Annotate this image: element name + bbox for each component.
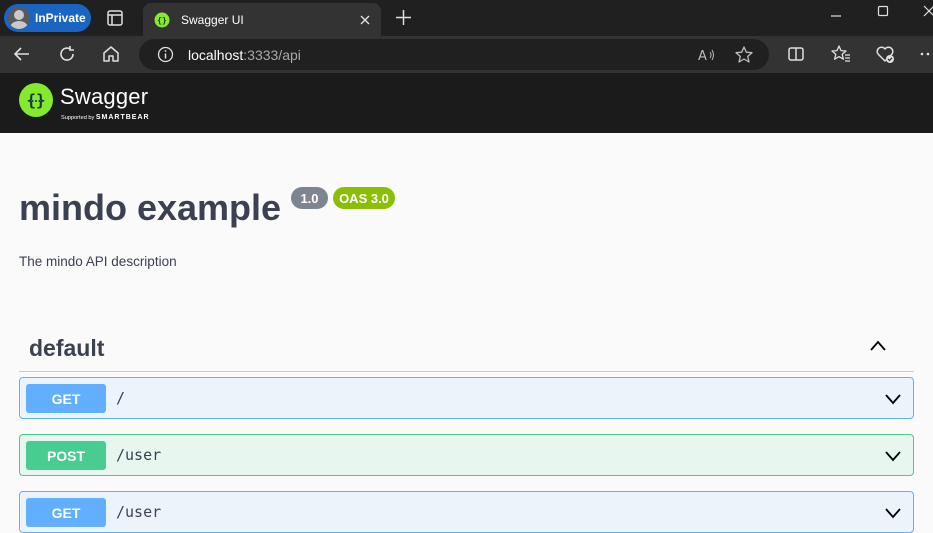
operation-post-user[interactable]: POST /user [19, 434, 914, 476]
method-badge-get: GET [26, 384, 106, 413]
operation-path: /user [116, 503, 161, 521]
url-path: :3333/api [243, 47, 301, 63]
address-bar[interactable]: localhost:3333/api A [139, 39, 769, 70]
tab-title: Swagger UI [181, 13, 359, 27]
api-description: The mindo API description [19, 254, 177, 269]
close-tab-icon[interactable] [359, 14, 371, 26]
operation-path: /user [116, 446, 161, 464]
url-host: localhost [188, 47, 243, 63]
tag-section-default[interactable]: default [19, 324, 914, 372]
swagger-logo-icon[interactable]: {} [19, 83, 53, 117]
oas-version-badge: OAS 3.0 [333, 187, 395, 209]
swagger-brand-name: Swagger [60, 84, 148, 110]
swagger-topbar: {} Swagger Supported by SMARTBEAR [0, 73, 933, 133]
home-icon[interactable] [101, 44, 121, 64]
add-favorite-star-icon[interactable] [734, 45, 754, 65]
new-tab-icon[interactable] [395, 9, 412, 26]
supported-by-smartbear: Supported by SMARTBEAR [61, 114, 150, 121]
inprivate-label: InPrivate [35, 11, 86, 25]
tag-name: default [29, 335, 104, 362]
minimize-window-icon[interactable] [830, 10, 842, 22]
favorites-icon[interactable] [831, 44, 851, 64]
operation-path: / [116, 389, 125, 407]
chevron-down-icon[interactable] [884, 390, 902, 408]
version-badge: 1.0 [291, 187, 328, 209]
chevron-down-icon[interactable] [884, 504, 902, 522]
read-aloud-icon[interactable]: A [696, 45, 716, 65]
browser-essentials-icon[interactable] [875, 44, 895, 64]
supported-by-label: Supported by [61, 115, 94, 121]
svg-text:{}: {} [157, 16, 167, 25]
maximize-window-icon[interactable] [877, 5, 889, 17]
close-window-icon[interactable] [923, 5, 933, 17]
more-menu-icon[interactable] [918, 44, 933, 64]
operation-get-root[interactable]: GET / [19, 377, 914, 419]
smartbear-label: SMARTBEAR [96, 114, 150, 121]
back-arrow-icon[interactable] [12, 44, 32, 64]
chevron-down-icon[interactable] [884, 447, 902, 465]
site-info-icon[interactable] [157, 46, 174, 63]
api-title: mindo example [19, 187, 281, 229]
browser-toolbar: localhost:3333/api A [0, 36, 933, 73]
tab-actions-icon[interactable] [106, 9, 124, 27]
method-badge-post: POST [26, 441, 106, 470]
url-text: localhost:3333/api [188, 47, 301, 63]
refresh-icon[interactable] [57, 44, 77, 64]
split-screen-icon[interactable] [786, 44, 806, 64]
tab-swagger-ui[interactable]: {} Swagger UI [143, 3, 381, 36]
method-badge-get: GET [26, 498, 106, 527]
swagger-favicon-icon: {} [154, 12, 170, 28]
chevron-up-icon[interactable] [869, 337, 887, 355]
profile-avatar-icon [8, 7, 30, 29]
inprivate-profile-button[interactable]: InPrivate [4, 4, 91, 32]
browser-tab-bar: InPrivate {} Swagger UI [0, 0, 933, 36]
svg-text:A: A [698, 49, 707, 64]
operation-get-user[interactable]: GET /user [19, 491, 914, 533]
